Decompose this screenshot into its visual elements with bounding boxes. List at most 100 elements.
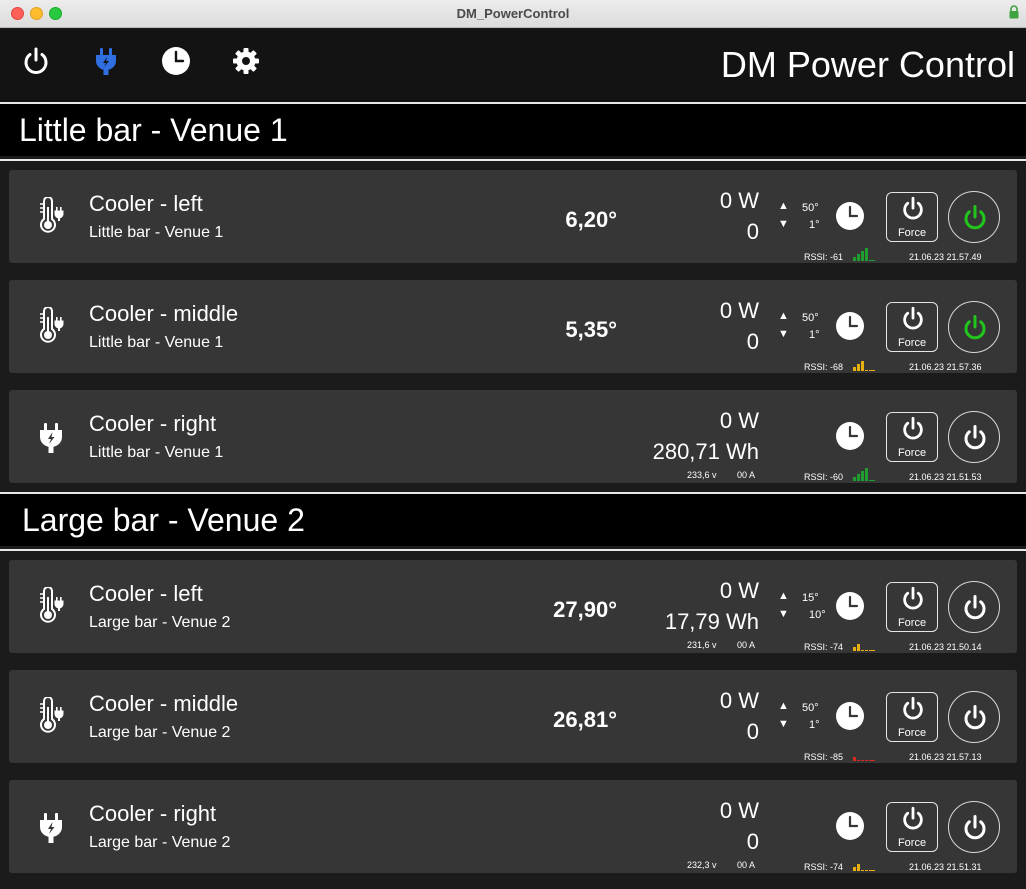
device-card: Cooler - left Large bar - Venue 2 27,90° 0 …: [9, 560, 1017, 653]
current-reading: 00 A: [737, 470, 756, 480]
device-name: Cooler - right: [89, 801, 217, 826]
force-button[interactable]: Force: [886, 802, 938, 852]
energy-reading: 0: [746, 719, 759, 744]
signal-baseline: [869, 480, 875, 481]
temperature-reading: 6,20°: [565, 207, 617, 232]
power-toggle-button[interactable]: [948, 191, 1000, 243]
signal-baseline: [869, 870, 875, 871]
signal-strength-icon: [853, 747, 875, 761]
device-card: Cooler - right Large bar - Venue 2 0 W 0 232…: [9, 780, 1017, 873]
signal-bar: [861, 251, 864, 261]
signal-bar: [857, 364, 860, 371]
threshold-low: 1°: [809, 329, 820, 341]
signal-bar: [853, 867, 856, 871]
power-icon: [964, 705, 986, 730]
signal-bar: [853, 647, 856, 651]
force-button[interactable]: Force: [886, 412, 938, 462]
force-button[interactable]: Force: [886, 692, 938, 742]
device-location: Large bar - Venue 2: [89, 724, 231, 741]
schedule-clock-icon[interactable]: [835, 421, 865, 451]
device-location: Large bar - Venue 2: [89, 614, 231, 631]
schedule-clock-icon[interactable]: [835, 201, 865, 231]
threshold-down-arrow-icon[interactable]: ▼: [778, 608, 789, 620]
power-icon: [964, 315, 986, 340]
power-icon[interactable]: [21, 46, 51, 76]
threshold-up-arrow-icon[interactable]: ▲: [778, 590, 789, 602]
current-reading: 00 A: [737, 860, 756, 870]
threshold-up-arrow-icon[interactable]: ▲: [778, 200, 789, 212]
power-toggle-button[interactable]: [948, 581, 1000, 633]
signal-bar: [865, 650, 868, 651]
app-title: DM Power Control: [720, 44, 1015, 85]
signal-strength-icon: [853, 637, 875, 651]
signal-bar: [861, 471, 864, 481]
rssi-label: RSSI: -61: [804, 252, 844, 262]
threshold-up-arrow-icon[interactable]: ▲: [778, 700, 789, 712]
signal-bar: [861, 760, 864, 761]
device-name: Cooler - left: [89, 581, 203, 606]
power-reading: 0 W: [719, 688, 759, 713]
device-name: Cooler - middle: [89, 301, 239, 326]
force-label: Force: [897, 837, 927, 849]
section-header: Large bar - Venue 2: [0, 494, 1026, 546]
current-reading: 00 A: [737, 640, 756, 650]
threshold-down-arrow-icon[interactable]: ▼: [778, 718, 789, 730]
threshold-down-arrow-icon[interactable]: ▼: [778, 218, 789, 230]
force-button[interactable]: Force: [886, 582, 938, 632]
force-button[interactable]: Force: [886, 192, 938, 242]
threshold-low: 10°: [809, 609, 826, 621]
signal-baseline: [869, 370, 875, 371]
plug-icon[interactable]: [91, 46, 121, 76]
window-titlebar: DM_PowerControl: [0, 0, 1026, 28]
schedule-clock-icon[interactable]: [835, 591, 865, 621]
device-name: Cooler - middle: [89, 691, 239, 716]
power-reading: 0 W: [719, 298, 759, 323]
window-title: DM_PowerControl: [456, 6, 570, 21]
lock-icon: [1009, 5, 1019, 19]
thermometer-plug-icon: [37, 586, 65, 627]
rssi-label: RSSI: -68: [804, 362, 844, 372]
last-update-timestamp: 21.06.23 21.57.36: [909, 362, 982, 372]
force-label: Force: [897, 337, 927, 349]
power-toggle-button[interactable]: [948, 411, 1000, 463]
threshold-high: 50°: [802, 202, 819, 214]
schedule-clock-icon[interactable]: [835, 811, 865, 841]
signal-bar: [857, 644, 860, 651]
device-card: Cooler - middle Large bar - Venue 2 26,81°…: [9, 670, 1017, 763]
schedule-clock-icon[interactable]: [835, 701, 865, 731]
threshold-down-arrow-icon[interactable]: ▼: [778, 328, 789, 340]
force-label: Force: [897, 227, 927, 239]
signal-bar: [853, 477, 856, 481]
signal-bar: [861, 650, 864, 651]
app-header: DM Power Control: [0, 29, 1026, 102]
schedule-clock-icon[interactable]: [835, 311, 865, 341]
signal-strength-icon: [853, 467, 875, 481]
force-button[interactable]: Force: [886, 302, 938, 352]
gear-icon[interactable]: [231, 46, 261, 76]
temperature-reading: 5,35°: [565, 317, 617, 342]
power-toggle-button[interactable]: [948, 801, 1000, 853]
thermometer-plug-icon: [37, 306, 65, 347]
signal-strength-icon: [853, 857, 875, 871]
clock-icon[interactable]: [161, 46, 191, 76]
device-name: Cooler - left: [89, 191, 203, 216]
power-icon: [964, 815, 986, 840]
power-icon: [903, 416, 923, 440]
rssi-label: RSSI: -60: [804, 472, 844, 482]
power-icon: [903, 586, 923, 610]
thermometer-plug-icon: [37, 196, 65, 237]
power-icon: [903, 806, 923, 830]
power-icon: [903, 306, 923, 330]
signal-baseline: [869, 260, 875, 261]
device-location: Little bar - Venue 1: [89, 334, 224, 351]
signal-bar: [865, 248, 868, 261]
power-toggle-button[interactable]: [948, 301, 1000, 353]
rssi-label: RSSI: -74: [804, 642, 844, 652]
device-card: Cooler - right Little bar - Venue 1 0 W 280…: [9, 390, 1017, 483]
power-toggle-button[interactable]: [948, 691, 1000, 743]
last-update-timestamp: 21.06.23 21.57.13: [909, 752, 982, 762]
last-update-timestamp: 21.06.23 21.57.49: [909, 252, 982, 262]
signal-bar: [865, 370, 868, 371]
threshold-low: 1°: [809, 219, 820, 231]
threshold-up-arrow-icon[interactable]: ▲: [778, 310, 789, 322]
